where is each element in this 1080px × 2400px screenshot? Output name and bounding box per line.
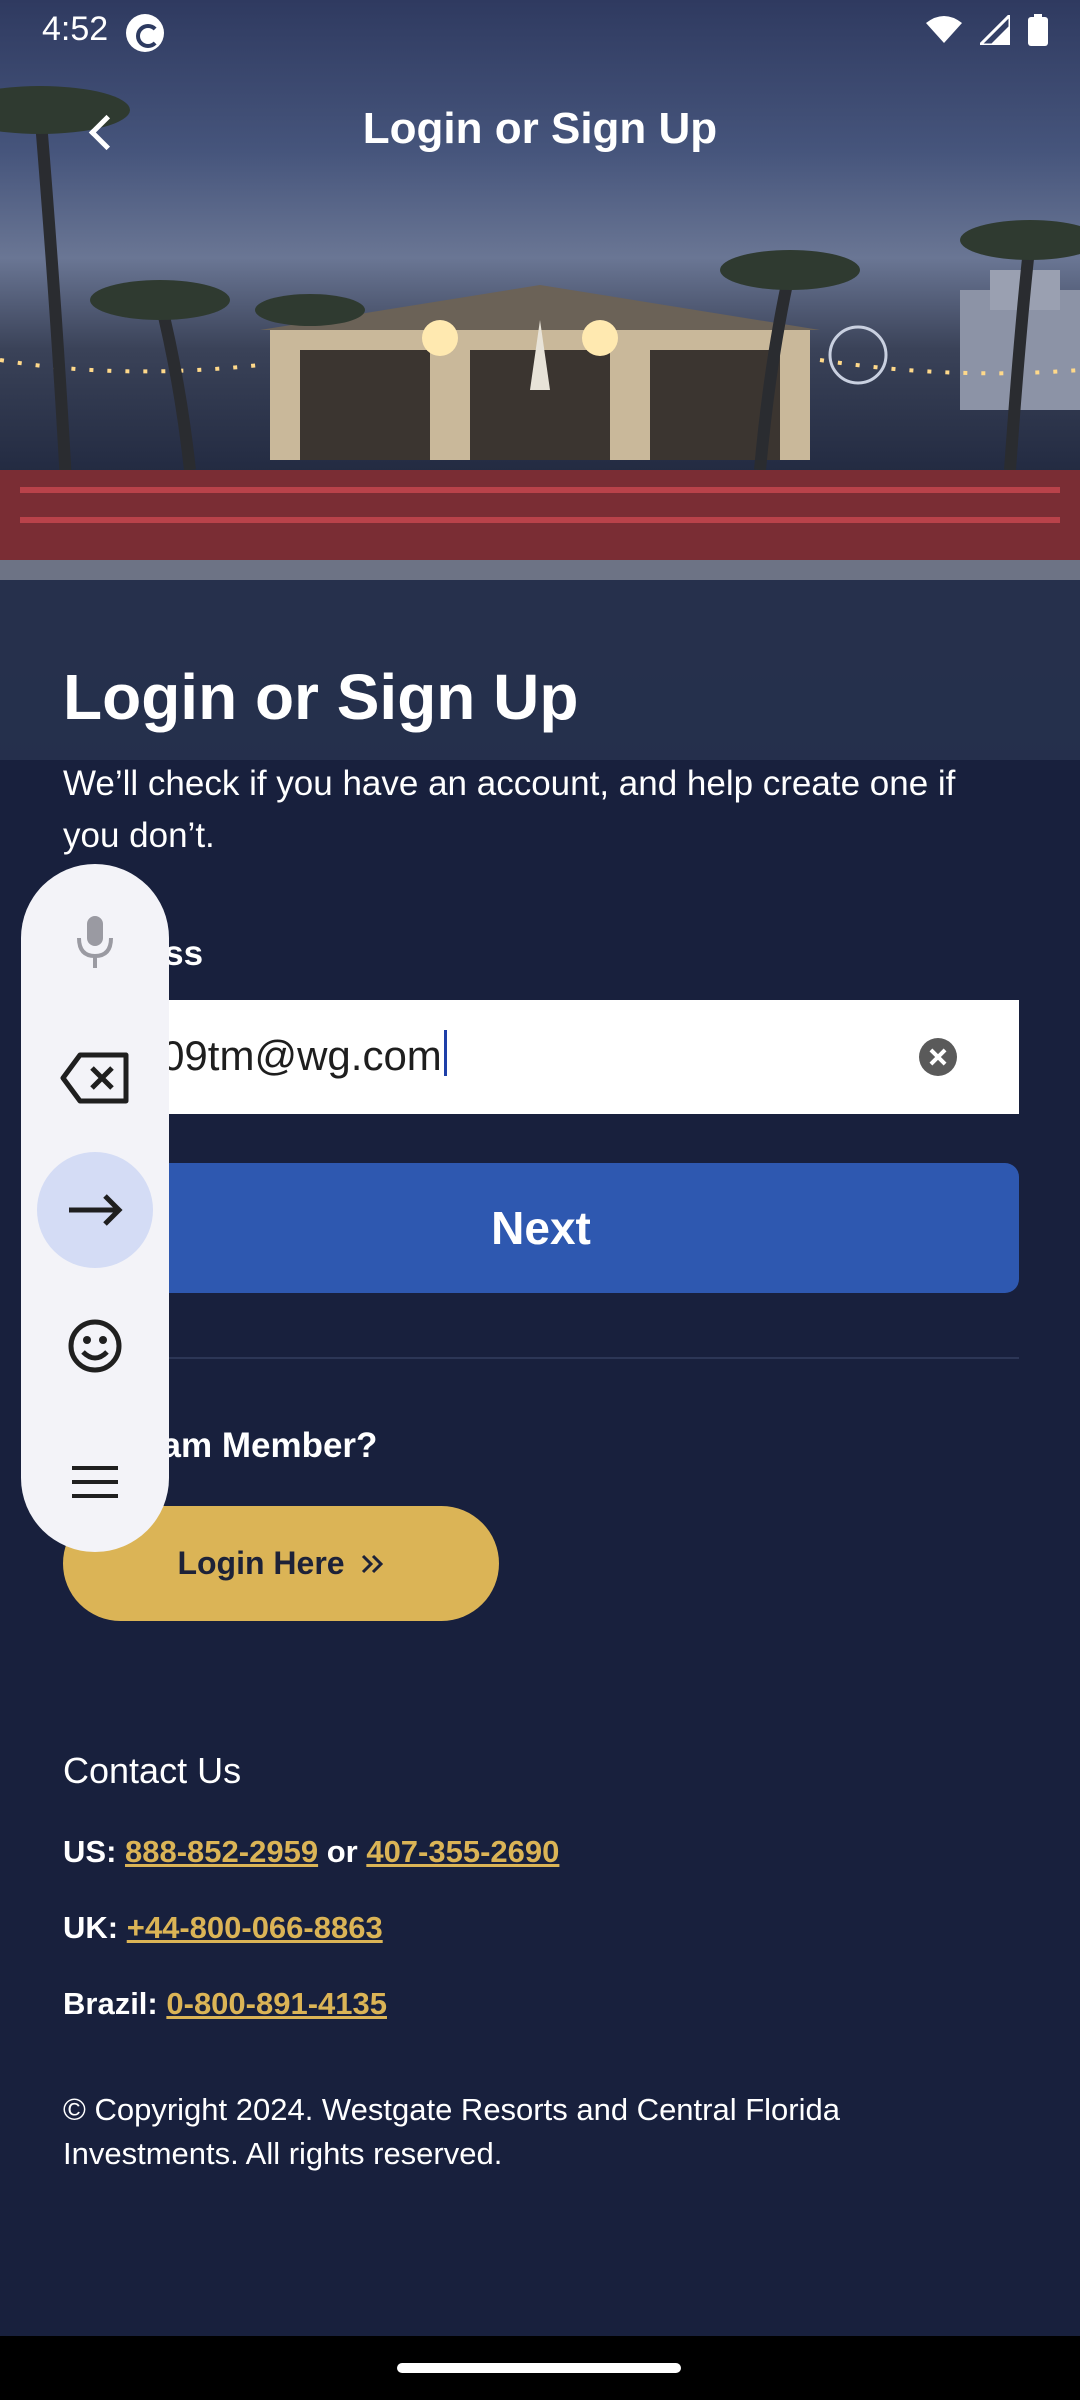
- contact-us-label: US:: [63, 1834, 117, 1869]
- wifi-icon: [926, 16, 962, 43]
- divider: [63, 1357, 1019, 1359]
- app-sync-icon: [126, 14, 164, 52]
- home-indicator[interactable]: [397, 2363, 681, 2373]
- arrow-right-icon: [69, 1194, 123, 1226]
- app-bar-title: Login or Sign Up: [362, 104, 718, 153]
- status-bar: 4:52: [0, 0, 1080, 62]
- text-cursor: [443, 1030, 447, 1076]
- backspace-button[interactable]: [37, 1020, 153, 1136]
- phone-link-us-2[interactable]: 407-355-2690: [366, 1834, 559, 1869]
- phone-link-brazil[interactable]: 0-800-891-4135: [166, 1986, 387, 2021]
- team-login-label: Login Here: [177, 1545, 345, 1581]
- microphone-icon: [77, 916, 113, 968]
- contact-heading: Contact Us: [63, 1750, 242, 1791]
- page-title: Login or Sign Up: [63, 661, 579, 733]
- keyboard-menu-button[interactable]: [37, 1424, 153, 1540]
- contact-brazil: Brazil: 0-800-891-4135: [63, 1986, 387, 2022]
- contact-uk: UK: +44-800-066-8863: [63, 1910, 383, 1946]
- contact-uk-label: UK:: [63, 1910, 119, 1945]
- menu-icon: [72, 1466, 118, 1498]
- phone-link-us-1[interactable]: 888-852-2959: [125, 1834, 318, 1869]
- double-chevron-right-icon: [361, 1554, 383, 1573]
- backspace-icon: [60, 1052, 129, 1104]
- keyboard-tool-strip: [21, 864, 169, 1552]
- contact-or: or: [326, 1834, 358, 1869]
- status-time: 4:52: [42, 10, 109, 48]
- signal-icon: [980, 15, 1010, 45]
- enter-next-button[interactable]: [37, 1152, 153, 1268]
- next-button[interactable]: Next: [63, 1163, 1019, 1293]
- phone-link-uk[interactable]: +44-800-066-8863: [127, 1910, 383, 1945]
- voice-input-button[interactable]: [37, 884, 153, 1000]
- page-subtitle: We’ll check if you have an account, and …: [63, 764, 956, 855]
- emoji-button[interactable]: [37, 1288, 153, 1404]
- emoji-icon: [68, 1319, 122, 1373]
- contact-us: US: 888-852-2959 or 407-355-2690: [63, 1834, 559, 1870]
- status-icons: [926, 14, 1048, 46]
- clear-input-icon[interactable]: [919, 1038, 957, 1076]
- battery-icon: [1028, 14, 1048, 46]
- email-field[interactable]: 25109tm@wg.com: [63, 1000, 1019, 1114]
- contact-brazil-label: Brazil:: [63, 1986, 158, 2021]
- copyright-text: © Copyright 2024. Westgate Resorts and C…: [63, 2092, 840, 2171]
